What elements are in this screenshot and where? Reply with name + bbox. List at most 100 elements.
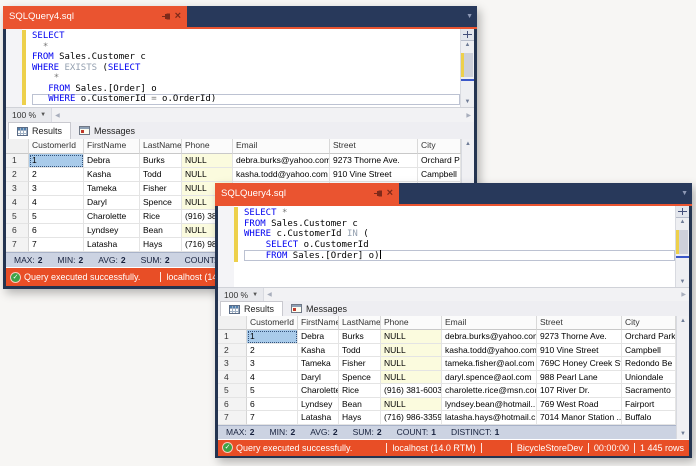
scroll-left-icon[interactable]: ◀ (267, 291, 272, 298)
grid-corner[interactable] (218, 316, 247, 330)
grid-cell[interactable]: Rice (339, 384, 381, 398)
grid-cell[interactable]: 5 (29, 210, 84, 224)
grid-cell[interactable]: 6 (247, 398, 298, 412)
row-header[interactable]: 1 (218, 330, 247, 344)
grid-cell[interactable]: 7 (247, 411, 298, 425)
grid-cell[interactable]: Spence (339, 371, 381, 385)
column-header[interactable]: LastName (140, 139, 182, 154)
grid-cell[interactable]: Fisher (339, 357, 381, 371)
scroll-up-icon[interactable]: ▲ (465, 141, 471, 147)
grid-cell[interactable]: Bean (140, 224, 182, 238)
row-header[interactable]: 3 (218, 357, 247, 371)
scrollbar-track[interactable] (461, 50, 474, 98)
code-line[interactable]: WHERE o.CustomerId = o.OrderId) (32, 94, 460, 105)
code-line[interactable]: * (32, 42, 460, 53)
grid-cell[interactable]: Spence (140, 196, 182, 210)
grid-cell[interactable]: Kasha (298, 344, 339, 358)
row-header[interactable]: 5 (218, 384, 247, 398)
grid-cell[interactable]: 4 (29, 196, 84, 210)
horizontal-scrollbar[interactable]: ◀ ▶ (263, 288, 689, 301)
code-line[interactable]: FROM Sales.[Order] o) (244, 250, 675, 261)
code-line[interactable]: FROM Sales.Customer c (244, 219, 675, 230)
tab-list-dropdown-icon[interactable]: ▼ (681, 190, 688, 197)
tab-messages[interactable]: Messages (71, 122, 143, 139)
grid-cell[interactable]: 6 (29, 224, 84, 238)
row-header[interactable]: 6 (218, 398, 247, 412)
grid-cell[interactable]: Daryl (84, 196, 140, 210)
row-header[interactable]: 7 (218, 411, 247, 425)
grid-cell[interactable]: Latasha (298, 411, 339, 425)
grid-cell[interactable]: (916) 381-6003 (381, 384, 442, 398)
grid-cell[interactable]: tameka.fisher@aol.com (442, 357, 537, 371)
grid-cell[interactable]: 7014 Manor Station ... (537, 411, 622, 425)
code-area[interactable]: SELECT *FROM Sales.Customer cWHERE EXIST… (26, 29, 460, 107)
grid-cell[interactable]: NULL (182, 168, 233, 182)
grid-cell[interactable]: NULL (381, 344, 442, 358)
grid-cell[interactable]: Kasha (84, 168, 140, 182)
grid-cell[interactable]: daryl.spence@aol.com (442, 371, 537, 385)
column-header[interactable]: CustomerId (29, 139, 84, 154)
tab-list-dropdown-icon[interactable]: ▼ (466, 13, 473, 20)
row-header[interactable]: 5 (6, 210, 29, 224)
grid-cell[interactable]: 3 (29, 182, 84, 196)
row-header[interactable]: 7 (6, 238, 29, 252)
grid-cell[interactable]: (716) 986-3359 (381, 411, 442, 425)
scrollbar-track[interactable] (676, 227, 689, 278)
grid-cell[interactable]: Uniondale (622, 371, 676, 385)
grid-cell[interactable]: 5 (247, 384, 298, 398)
zoom-select[interactable]: 100 % ▼ (218, 290, 263, 300)
row-header[interactable]: 2 (218, 344, 247, 358)
column-header[interactable]: City (418, 139, 461, 154)
grid-cell[interactable]: debra.burks@yahoo.com (442, 330, 537, 344)
editor-vertical-scrollbar[interactable]: ▲ ▼ (460, 29, 474, 107)
document-tab-front[interactable]: SQLQuery4.sql × (215, 183, 399, 204)
grid-cell[interactable]: 910 Vine Street (330, 168, 418, 182)
grid-cell[interactable]: Daryl (298, 371, 339, 385)
code-line[interactable]: SELECT (32, 31, 460, 42)
splitter-button[interactable] (461, 29, 474, 41)
row-header[interactable]: 3 (6, 182, 29, 196)
grid-cell[interactable]: debra.burks@yahoo.com (233, 154, 330, 168)
horizontal-scrollbar[interactable]: ◀ ▶ (51, 108, 474, 122)
code-line[interactable]: SELECT o.CustomerId (244, 240, 675, 251)
grid-cell[interactable]: Todd (140, 168, 182, 182)
grid-cell[interactable]: 1 (247, 330, 298, 344)
document-tab-back[interactable]: SQLQuery4.sql × (3, 6, 187, 27)
grid-cell[interactable]: 769 West Road (537, 398, 622, 412)
grid-cell[interactable]: Campbell (622, 344, 676, 358)
column-header[interactable]: Phone (381, 316, 442, 330)
grid-cell[interactable]: Charolette (84, 210, 140, 224)
grid-cell[interactable]: 910 Vine Street (537, 344, 622, 358)
column-header[interactable]: Email (233, 139, 330, 154)
grid-cell[interactable]: Debra (298, 330, 339, 344)
grid-cell[interactable]: 107 River Dr. (537, 384, 622, 398)
grid-cell[interactable]: NULL (381, 330, 442, 344)
code-line[interactable]: WHERE c.CustomerId IN ( (244, 229, 675, 240)
grid-cell[interactable]: Orchard Park (622, 330, 676, 344)
row-header[interactable]: 1 (6, 154, 29, 168)
grid-cell[interactable]: Hays (140, 238, 182, 252)
grid-cell[interactable]: NULL (381, 398, 442, 412)
column-header[interactable]: City (622, 316, 676, 330)
grid-cell[interactable]: 769C Honey Creek St. (537, 357, 622, 371)
code-line[interactable]: WHERE EXISTS (SELECT (32, 63, 460, 74)
code-line[interactable]: SELECT * (244, 208, 675, 219)
grid-cell[interactable]: Lyndsey (84, 224, 140, 238)
grid-cell[interactable]: Orchard Park (418, 154, 461, 168)
column-header[interactable]: Street (330, 139, 418, 154)
scroll-up-icon[interactable]: ▲ (680, 318, 686, 324)
grid-cell[interactable]: Bean (339, 398, 381, 412)
grid-cell[interactable]: 7 (29, 238, 84, 252)
grid-cell[interactable]: Tameka (84, 182, 140, 196)
grid-cell[interactable]: charolette.rice@msn.com (442, 384, 537, 398)
code-line[interactable]: FROM Sales.[Order] o (32, 84, 460, 95)
scroll-down-icon[interactable]: ▼ (680, 431, 686, 437)
grid-cell[interactable]: 4 (247, 371, 298, 385)
grid-cell[interactable]: Burks (339, 330, 381, 344)
splitter-button[interactable] (676, 206, 689, 218)
column-header[interactable]: FirstName (84, 139, 140, 154)
grid-cell[interactable]: 9273 Thorne Ave. (330, 154, 418, 168)
grid-cell[interactable]: Burks (140, 154, 182, 168)
grid-cell[interactable]: Tameka (298, 357, 339, 371)
code-line[interactable]: FROM Sales.Customer c (32, 52, 460, 63)
